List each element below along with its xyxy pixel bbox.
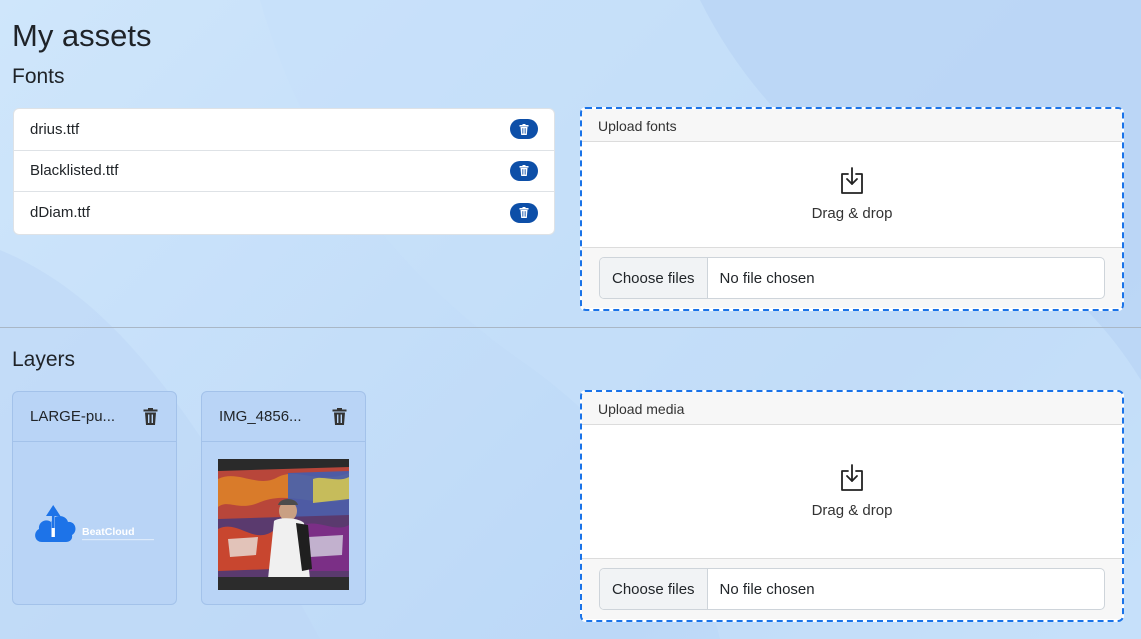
media-upload-header: Upload media	[582, 392, 1122, 425]
beatcloud-logo-text: BeatCloud	[82, 526, 135, 538]
media-choose-files-button[interactable]: Choose files	[600, 569, 708, 609]
media-file-input[interactable]: Choose files No file chosen	[599, 568, 1105, 610]
font-item: Blacklisted.ttf	[14, 151, 554, 192]
layer-name: LARGE-pu...	[30, 408, 116, 425]
font-file-status: No file chosen	[719, 269, 815, 287]
trash-icon	[143, 408, 158, 425]
layers-section-title: Layers	[12, 348, 76, 371]
trash-icon	[519, 165, 529, 177]
font-upload-card: Upload fonts Drag & drop Choose files No…	[580, 107, 1124, 311]
layer-card-header: LARGE-pu...	[13, 392, 176, 442]
font-list: drius.ttf Blacklisted.ttf dDiam.ttf	[13, 108, 555, 235]
media-drop-zone[interactable]: Drag & drop	[582, 425, 1122, 559]
assets-page: My assets Fonts drius.ttf Blacklisted.tt…	[0, 0, 1141, 639]
page-title: My assets	[12, 18, 152, 53]
fonts-section-title: Fonts	[12, 65, 65, 88]
font-drop-label: Drag & drop	[811, 205, 893, 222]
delete-font-button[interactable]	[510, 202, 538, 223]
section-divider	[0, 327, 1141, 328]
font-file-input[interactable]: Choose files No file chosen	[599, 257, 1105, 299]
layer-card[interactable]: LARGE-pu... BeatCloud	[12, 391, 177, 605]
layer-thumbnail: BeatCloud	[13, 442, 176, 604]
delete-layer-button[interactable]	[143, 408, 158, 425]
font-upload-header: Upload fonts	[582, 109, 1122, 142]
font-file-picker-row: Choose files No file chosen	[582, 248, 1122, 308]
font-name: drius.ttf	[30, 120, 80, 138]
delete-font-button[interactable]	[510, 160, 538, 181]
media-drop-label: Drag & drop	[811, 502, 893, 519]
layer-thumbnail	[202, 442, 365, 604]
delete-font-button[interactable]	[510, 119, 538, 140]
layer-card[interactable]: IMG_4856...	[201, 391, 366, 605]
font-choose-files-button[interactable]: Choose files	[600, 258, 708, 298]
trash-icon	[519, 123, 529, 135]
font-name: Blacklisted.ttf	[30, 162, 119, 180]
layer-name: IMG_4856...	[219, 408, 302, 425]
font-item: dDiam.ttf	[14, 192, 554, 234]
graffiti-photo	[218, 458, 349, 590]
download-icon	[841, 464, 863, 491]
media-upload-card: Upload media Drag & drop Choose files No…	[580, 390, 1124, 622]
layer-card-header: IMG_4856...	[202, 392, 365, 442]
beatcloud-logo: BeatCloud	[35, 505, 154, 542]
trash-icon	[519, 207, 529, 219]
font-drop-zone[interactable]: Drag & drop	[582, 142, 1122, 248]
delete-layer-button[interactable]	[332, 408, 347, 425]
trash-icon	[332, 408, 347, 425]
media-file-status: No file chosen	[719, 580, 815, 598]
font-name: dDiam.ttf	[30, 204, 91, 222]
font-item: drius.ttf	[14, 109, 554, 151]
media-file-picker-row: Choose files No file chosen	[582, 559, 1122, 619]
download-icon	[841, 167, 863, 194]
